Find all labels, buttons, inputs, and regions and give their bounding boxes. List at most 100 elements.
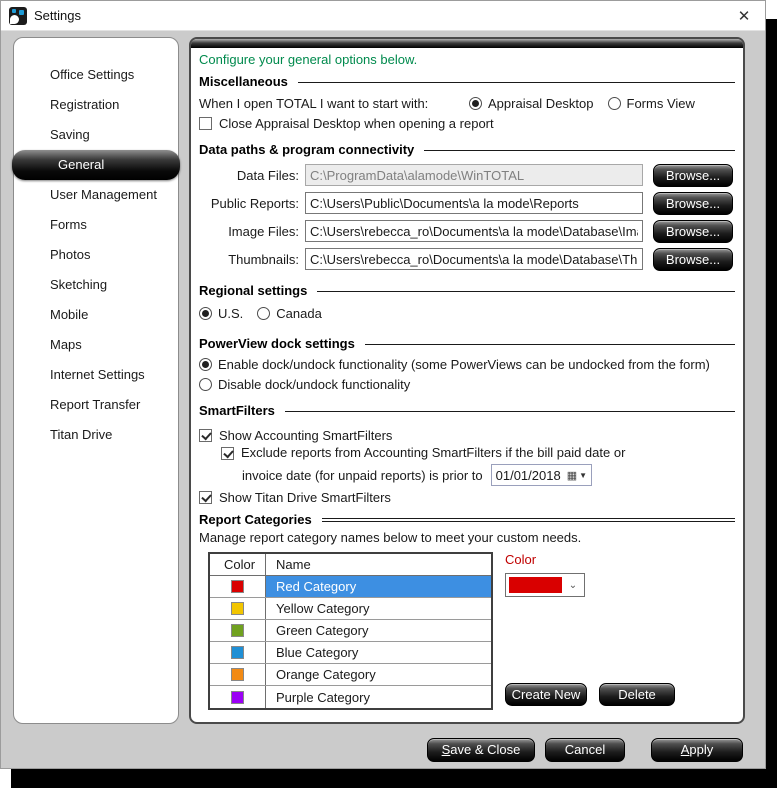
section-heading: Regional settings [199,283,307,298]
checkbox-label: Close Appraisal Desktop when opening a r… [219,116,494,131]
section-rule [298,82,735,83]
date-value: 01/01/2018 [496,468,561,483]
checkbox-icon [221,447,234,460]
chevron-down-icon: ⌄ [562,580,584,591]
calendar-icon: ▦ [567,469,577,482]
thumbnails-browse-button[interactable]: Browse... [653,248,733,271]
sidebar-item-mobile[interactable]: Mobile [14,300,178,330]
section-rule-double [322,518,735,522]
exclude-date-picker[interactable]: 01/01/2018 ▦ ▼ [491,464,592,486]
thumbnails-label: Thumbnails: [199,252,305,267]
section-regional: Regional settings [199,282,735,299]
sidebar-item-maps[interactable]: Maps [14,330,178,360]
color-picker-label: Color [505,552,685,570]
color-swatch [231,646,244,659]
window-title: Settings [34,8,81,23]
checkbox-show-accounting-smartfilters[interactable]: Show Accounting SmartFilters [199,425,735,445]
sidebar-item-sketching[interactable]: Sketching [14,270,178,300]
image-files-input[interactable] [305,220,643,242]
radio-icon [199,358,212,371]
radio-enable-dock[interactable]: Enable dock/undock functionality (some P… [199,354,735,374]
selected-color-swatch [509,577,562,593]
section-heading: Miscellaneous [199,74,288,89]
section-heading: PowerView dock settings [199,336,355,351]
title-bar: Settings ✕ [1,1,765,31]
checkbox-icon [199,117,212,130]
section-rule [285,411,735,412]
radio-icon [469,97,482,110]
thumbnails-input[interactable] [305,248,643,270]
image-files-label: Image Files: [199,224,305,239]
color-dropdown[interactable]: ⌄ [505,573,585,597]
sidebar-item-registration[interactable]: Registration [14,90,178,120]
column-header-color: Color [210,554,266,575]
checkbox-icon [199,491,212,504]
section-rule [365,344,735,345]
category-table-header: Color Name [210,554,491,576]
checkbox-label-line1: Exclude reports from Accounting SmartFil… [241,445,625,460]
settings-sidebar: Office Settings Registration Saving Gene… [13,37,179,724]
close-icon[interactable]: ✕ [731,5,757,27]
category-row-blue[interactable]: Blue Category [210,642,491,664]
cancel-button[interactable]: Cancel [545,738,625,762]
create-new-button[interactable]: Create New [505,683,587,706]
radio-icon [608,97,621,110]
panel-top-bar [191,39,743,48]
checkbox-label-line2: invoice date (for unpaid reports) is pri… [242,468,483,483]
sidebar-item-titan-drive[interactable]: Titan Drive [14,420,178,450]
image-files-browse-button[interactable]: Browse... [653,220,733,243]
radio-label: Appraisal Desktop [488,96,594,111]
radio-icon [257,307,270,320]
radio-appraisal-desktop[interactable]: Appraisal Desktop [469,96,594,111]
app-logo-icon [9,7,27,25]
sidebar-item-office-settings[interactable]: Office Settings [14,60,178,90]
radio-disable-dock[interactable]: Disable dock/undock functionality [199,374,735,394]
save-close-button[interactable]: Save & Close [427,738,535,762]
color-swatch [231,602,244,615]
settings-dialog: Settings ✕ Office Settings Registration … [0,0,766,769]
public-reports-label: Public Reports: [199,196,305,211]
radio-label: U.S. [218,306,243,321]
radio-icon [199,378,212,391]
sidebar-item-report-transfer[interactable]: Report Transfer [14,390,178,420]
category-row-green[interactable]: Green Category [210,620,491,642]
intro-text: Configure your general options below. [199,52,735,70]
category-name: Purple Category [266,686,491,708]
section-powerview: PowerView dock settings [199,335,735,352]
section-heading: Report Categories [199,512,312,527]
checkbox-label: Show Accounting SmartFilters [219,428,392,443]
category-row-purple[interactable]: Purple Category [210,686,491,708]
public-reports-browse-button[interactable]: Browse... [653,192,733,215]
radio-canada[interactable]: Canada [257,306,322,321]
radio-label: Enable dock/undock functionality (some P… [218,357,710,372]
public-reports-input[interactable] [305,192,643,214]
section-smartfilters: SmartFilters [199,402,735,419]
sidebar-item-forms[interactable]: Forms [14,210,178,240]
category-name: Orange Category [266,664,491,685]
category-row-yellow[interactable]: Yellow Category [210,598,491,620]
sidebar-item-internet-settings[interactable]: Internet Settings [14,360,178,390]
radio-label: Forms View [627,96,695,111]
delete-button[interactable]: Delete [599,683,675,706]
radio-us[interactable]: U.S. [199,306,243,321]
data-files-browse-button[interactable]: Browse... [653,164,733,187]
checkbox-label: Show Titan Drive SmartFilters [219,490,391,505]
general-settings-panel: Configure your general options below. Mi… [189,37,745,724]
section-data-paths: Data paths & program connectivity [199,141,735,158]
data-files-input [305,164,643,186]
radio-forms-view[interactable]: Forms View [608,96,695,111]
section-report-categories: Report Categories [199,511,735,528]
sidebar-item-general[interactable]: General [12,150,180,180]
apply-button[interactable]: Apply [651,738,743,762]
sidebar-item-user-management[interactable]: User Management [14,180,178,210]
category-row-orange[interactable]: Orange Category [210,664,491,686]
checkbox-close-appraisal-desktop[interactable]: Close Appraisal Desktop when opening a r… [199,113,735,133]
radio-label: Canada [276,306,322,321]
checkbox-show-titan-smartfilters[interactable]: Show Titan Drive SmartFilters [199,487,735,507]
category-row-red[interactable]: Red Category [210,576,491,598]
sidebar-item-saving[interactable]: Saving [14,120,178,150]
sidebar-item-photos[interactable]: Photos [14,240,178,270]
checkbox-exclude-reports[interactable]: Exclude reports from Accounting SmartFil… [221,445,735,463]
category-name: Blue Category [266,642,491,663]
column-header-name: Name [266,557,491,572]
